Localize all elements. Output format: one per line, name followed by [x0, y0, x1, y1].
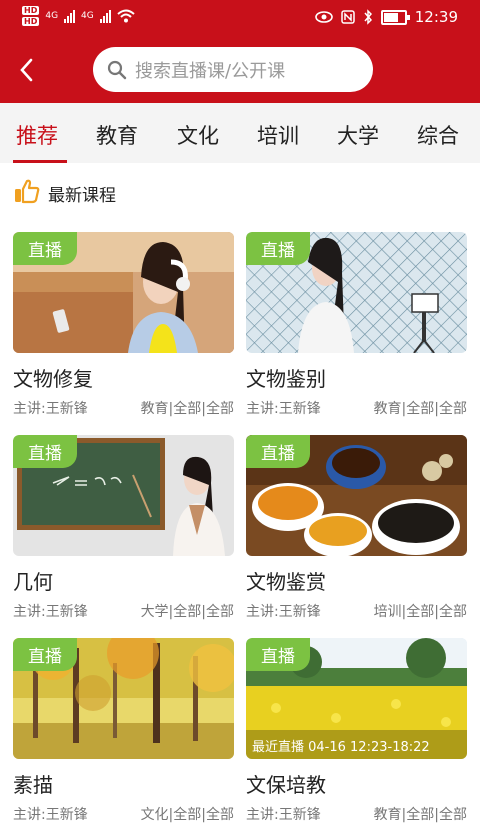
search-placeholder: 搜索直播课/公开课	[135, 60, 286, 82]
course-thumbnail: 直播	[246, 435, 467, 556]
lecturer: 主讲:王新锋	[13, 401, 88, 417]
wifi-icon	[117, 9, 135, 23]
course-title: 文物鉴赏	[246, 570, 326, 594]
live-badge: 直播	[246, 638, 310, 671]
tab-culture[interactable]: 文化	[177, 120, 219, 150]
course-title: 文保培教	[246, 773, 326, 797]
lecturer: 主讲:王新锋	[246, 401, 321, 417]
signal-icon	[64, 9, 76, 23]
network-type-1: 4G	[45, 11, 59, 21]
bluetooth-icon	[364, 9, 372, 25]
network-type-2: 4G	[81, 11, 94, 21]
course-category: 文化|全部|全部	[140, 807, 234, 823]
course-title: 文物修复	[13, 367, 93, 391]
course-card[interactable]: 直播 文物鉴别 主讲:王新锋 教育|全部|全部	[246, 232, 467, 418]
course-category: 大学|全部|全部	[140, 604, 234, 620]
course-thumbnail: 直播	[13, 435, 234, 556]
lecturer: 主讲:王新锋	[13, 807, 88, 823]
course-category: 教育|全部|全部	[373, 807, 467, 823]
course-title: 文物鉴别	[246, 367, 326, 391]
recent-live-time: 最近直播 04-16 12:23-18:22	[252, 740, 430, 755]
course-category: 教育|全部|全部	[373, 401, 467, 417]
section-title: 最新课程	[48, 186, 116, 206]
lecturer: 主讲:王新锋	[246, 604, 321, 620]
search-icon	[107, 60, 127, 79]
course-thumbnail: 直播 最近直播 04-16 12:23-18:22	[246, 638, 467, 759]
tab-education[interactable]: 教育	[96, 120, 138, 150]
eye-icon	[314, 11, 333, 23]
course-card[interactable]: 直播 文物鉴赏 主讲:王新锋 培训|全部|全部	[246, 435, 467, 621]
battery-icon	[380, 9, 410, 25]
live-badge: 直播	[13, 638, 77, 671]
live-badge: 直播	[246, 232, 310, 265]
tab-recommend[interactable]: 推荐	[16, 120, 58, 150]
course-thumbnail: 直播	[246, 232, 467, 353]
tab-general[interactable]: 综合	[417, 120, 459, 150]
course-card[interactable]: 直播 素描 主讲:王新锋 文化|全部|全部	[13, 638, 234, 824]
live-badge: 直播	[13, 232, 77, 265]
course-title: 几何	[13, 570, 53, 594]
course-category: 教育|全部|全部	[140, 401, 234, 417]
category-tabs: 推荐 教育 文化 培训 大学 综合	[0, 103, 480, 163]
course-card[interactable]: 直播 文物修复 主讲:王新锋 教育|全部|全部	[13, 232, 234, 418]
thumbs-up-icon	[15, 179, 40, 204]
signal-icon-2	[99, 9, 111, 23]
active-tab-indicator	[13, 160, 67, 163]
app-header: HD HD 4G 4G 12:39 搜索直播课/公开课	[0, 0, 480, 103]
search-input[interactable]: 搜索直播课/公开课	[93, 47, 373, 92]
course-thumbnail: 直播	[13, 232, 234, 353]
back-arrow-icon[interactable]	[14, 56, 42, 84]
lecturer: 主讲:王新锋	[246, 807, 321, 823]
tab-university[interactable]: 大学	[337, 120, 379, 150]
hd-badge-1: HD	[22, 6, 40, 15]
hd-badge-2: HD	[22, 17, 40, 26]
nfc-icon	[341, 10, 355, 24]
course-card[interactable]: 直播 几何 主讲:王新锋 大学|全部|全部	[13, 435, 234, 621]
lecturer: 主讲:王新锋	[13, 604, 88, 620]
course-category: 培训|全部|全部	[373, 604, 467, 620]
clock: 12:39	[414, 8, 458, 26]
live-badge: 直播	[13, 435, 77, 468]
course-thumbnail: 直播	[13, 638, 234, 759]
tab-training[interactable]: 培训	[257, 120, 299, 150]
status-bar: HD HD 4G 4G 12:39	[0, 0, 480, 36]
live-badge: 直播	[246, 435, 310, 468]
hd-indicators: HD HD	[22, 6, 40, 26]
course-card[interactable]: 直播 最近直播 04-16 12:23-18:22 文保培教 主讲:王新锋 教育…	[246, 638, 467, 824]
course-title: 素描	[13, 773, 53, 797]
